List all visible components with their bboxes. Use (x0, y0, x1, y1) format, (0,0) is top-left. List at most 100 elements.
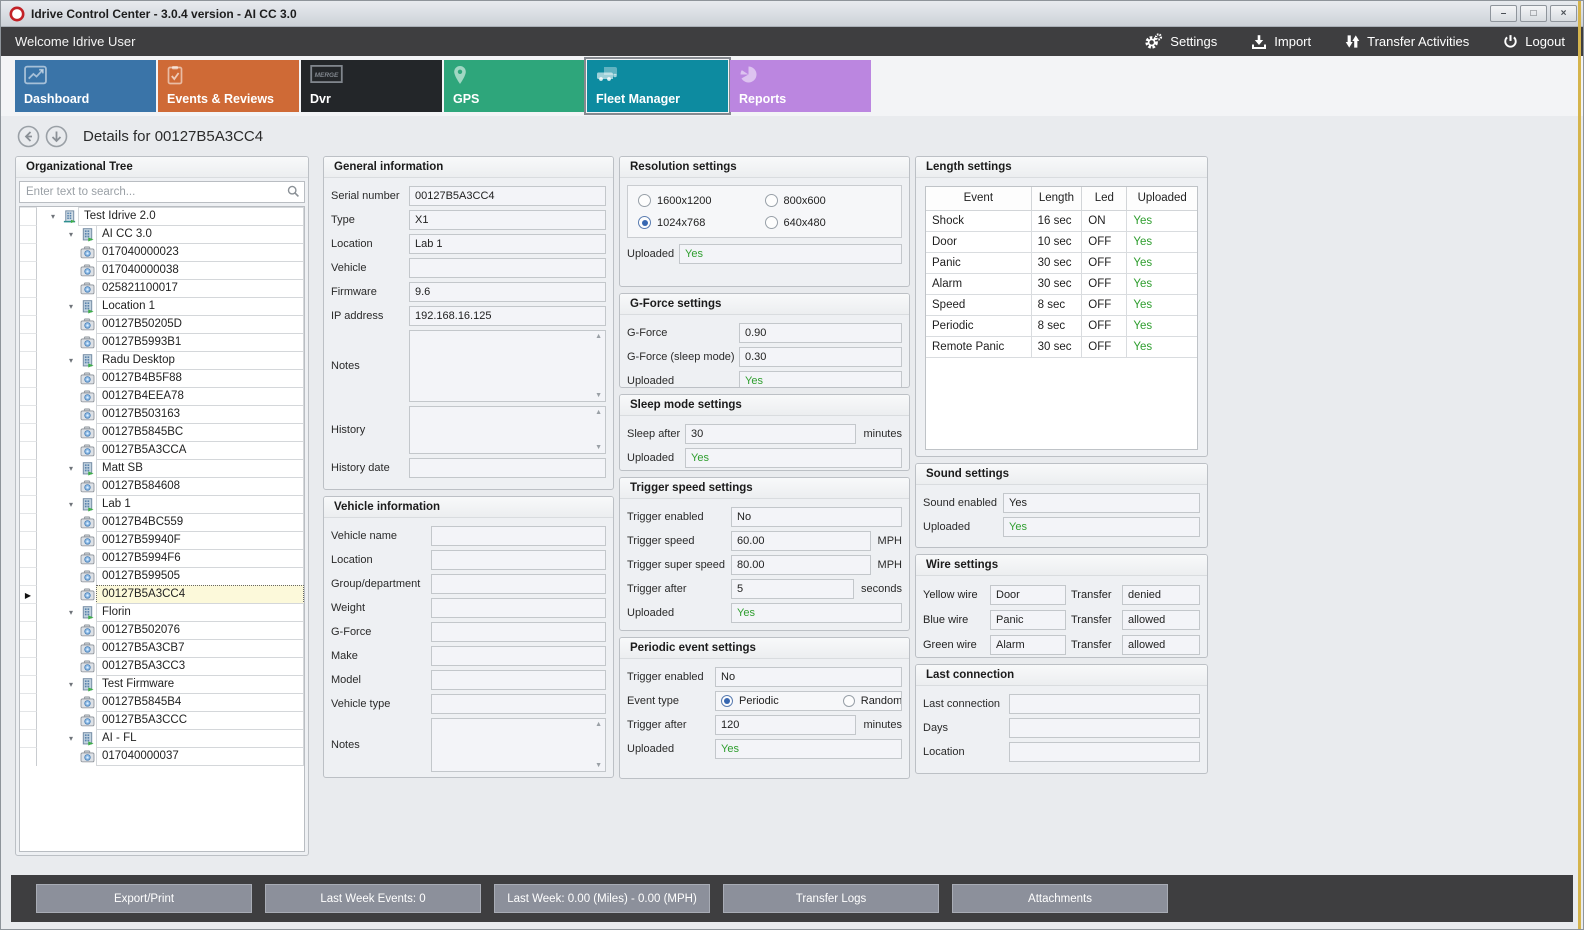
tree-node[interactable]: 00127B5845B4 (20, 693, 304, 712)
uploaded-field[interactable]: Yes (739, 371, 902, 388)
column-header-length[interactable]: Length (1031, 187, 1082, 210)
group-department-field[interactable] (431, 574, 606, 594)
make-field[interactable] (431, 646, 606, 666)
tree-node[interactable]: 00127B502076 (20, 621, 304, 640)
table-row[interactable]: Door10 secOFFYes (926, 231, 1197, 252)
tab-dvr[interactable]: MERGEDvr (301, 60, 442, 112)
tree-node[interactable]: 00127B4BC559 (20, 513, 304, 532)
tree-node[interactable]: 00127B503163 (20, 405, 304, 424)
history-textarea[interactable]: ▲▼ (409, 406, 606, 454)
expander-icon[interactable]: ▾ (63, 603, 79, 622)
tree-node[interactable]: 00127B584608 (20, 477, 304, 496)
import-button[interactable]: Import (1251, 34, 1311, 50)
sound-enabled-field[interactable]: Yes (1003, 493, 1200, 513)
trigger-super-speed-field[interactable]: 80.00 (731, 555, 871, 575)
table-row[interactable]: Remote Panic30 secOFFYes (926, 336, 1197, 357)
tree-node[interactable]: ▾Matt SB (20, 459, 304, 478)
tree-node[interactable]: ▾Radu Desktop (20, 351, 304, 370)
back-button[interactable] (17, 125, 40, 148)
model-field[interactable] (431, 670, 606, 690)
expander-icon[interactable]: ▾ (63, 459, 79, 478)
minimize-button[interactable]: – (1490, 5, 1517, 22)
g-force-field[interactable]: 0.90 (739, 323, 902, 343)
last-week-events-button[interactable]: Last Week Events: 0 (265, 884, 481, 913)
close-button[interactable]: × (1550, 5, 1577, 22)
periodic-radio[interactable] (721, 695, 733, 707)
blue-wire-field[interactable]: Panic (990, 610, 1066, 630)
tree-node[interactable]: ▶00127B5A3CC4 (20, 585, 304, 604)
uploaded-field[interactable]: Yes (1003, 517, 1200, 537)
vehicle-type-field[interactable] (431, 694, 606, 714)
trigger-speed-field[interactable]: 60.00 (731, 531, 871, 551)
last-connection-field[interactable] (1009, 694, 1200, 714)
640x480-radio[interactable] (765, 216, 778, 229)
location-field[interactable] (1009, 742, 1200, 762)
tree-node[interactable]: 017040000023 (20, 243, 304, 262)
tab-events-reviews[interactable]: Events & Reviews (158, 60, 299, 112)
tree-node[interactable]: ▾Lab 1 (20, 495, 304, 514)
tree-node[interactable]: ▾Florin (20, 603, 304, 622)
type-field[interactable]: X1 (409, 210, 606, 230)
export-print-button[interactable]: Export/Print (36, 884, 252, 913)
tree-node[interactable]: 00127B50205D (20, 315, 304, 334)
table-row[interactable]: Shock16 secONYes (926, 210, 1197, 231)
notes-textarea[interactable]: ▲▼ (409, 330, 606, 402)
tree-node[interactable]: ▾AI - FL (20, 729, 304, 748)
tree-node[interactable]: 017040000037 (20, 747, 304, 766)
last-week-button[interactable]: Last Week: 0.00 (Miles) - 0.00 (MPH) (494, 884, 710, 913)
trigger-enabled-field[interactable]: No (731, 507, 902, 527)
g-force-sleep-mode-field[interactable]: 0.30 (739, 347, 902, 367)
logout-button[interactable]: Logout (1503, 34, 1565, 49)
vehicle-name-field[interactable] (431, 526, 606, 546)
blue-wire-transfer-field[interactable]: allowed (1122, 610, 1200, 630)
uploaded-field[interactable]: Yes (731, 603, 902, 623)
tree-node[interactable]: 00127B5A3CCA (20, 441, 304, 460)
table-row[interactable]: Alarm30 secOFFYes (926, 273, 1197, 294)
tab-reports[interactable]: Reports (730, 60, 871, 112)
trigger-after-field[interactable]: 5 (731, 579, 854, 599)
serial-number-field[interactable]: 00127B5A3CC4 (409, 186, 606, 206)
expander-icon[interactable]: ▾ (63, 225, 79, 244)
uploaded-field[interactable]: Yes (715, 739, 902, 759)
table-row[interactable]: Speed8 secOFFYes (926, 294, 1197, 315)
vehicle-field[interactable] (409, 258, 606, 278)
random-radio[interactable] (843, 695, 855, 707)
location-field[interactable] (431, 550, 606, 570)
tree-node[interactable]: 017040000038 (20, 261, 304, 280)
yellow-wire-field[interactable]: Door (990, 585, 1066, 605)
trigger-after-field[interactable]: 120 (715, 715, 856, 735)
tree-node[interactable]: 00127B599505 (20, 567, 304, 586)
weight-field[interactable] (431, 598, 606, 618)
tab-gps[interactable]: GPS (444, 60, 585, 112)
tree-node[interactable]: 00127B5A3CB7 (20, 639, 304, 658)
yellow-wire-transfer-field[interactable]: denied (1122, 585, 1200, 605)
tree-node[interactable]: 00127B5845BC (20, 423, 304, 442)
green-wire-field[interactable]: Alarm (990, 635, 1066, 655)
firmware-field[interactable]: 9.6 (409, 282, 606, 302)
maximize-button[interactable]: □ (1520, 5, 1547, 22)
tree-node[interactable]: ▾AI CC 3.0 (20, 225, 304, 244)
tree-node[interactable]: ▾Test Firmware (20, 675, 304, 694)
column-header-uploaded[interactable]: Uploaded (1127, 187, 1197, 210)
column-header-led[interactable]: Led (1082, 187, 1127, 210)
tree-node[interactable]: 00127B59940F (20, 531, 304, 550)
table-row[interactable]: Panic30 secOFFYes (926, 252, 1197, 273)
expander-icon[interactable]: ▾ (45, 207, 61, 226)
table-row[interactable]: Periodic8 secOFFYes (926, 315, 1197, 336)
transfer-activities-button[interactable]: Transfer Activities (1345, 34, 1469, 49)
tab-dashboard[interactable]: Dashboard (15, 60, 156, 112)
notes-textarea[interactable]: ▲▼ (431, 718, 606, 772)
uploaded-field[interactable]: Yes (685, 448, 902, 468)
column-header-event[interactable]: Event (926, 187, 1031, 210)
tree-node[interactable]: 00127B5A3CC3 (20, 657, 304, 676)
ip-address-field[interactable]: 192.168.16.125 (409, 306, 606, 326)
tab-fleet-manager[interactable]: Fleet Manager (587, 60, 728, 112)
expander-icon[interactable]: ▾ (63, 495, 79, 514)
tree-node[interactable]: ▾Test Idrive 2.0 (20, 207, 304, 226)
green-wire-transfer-field[interactable]: allowed (1122, 635, 1200, 655)
tree-node[interactable]: 00127B4B5F88 (20, 369, 304, 388)
tree-search-input[interactable] (19, 181, 305, 203)
g-force-field[interactable] (431, 622, 606, 642)
1024x768-radio[interactable] (638, 216, 651, 229)
1600x1200-radio[interactable] (638, 194, 651, 207)
